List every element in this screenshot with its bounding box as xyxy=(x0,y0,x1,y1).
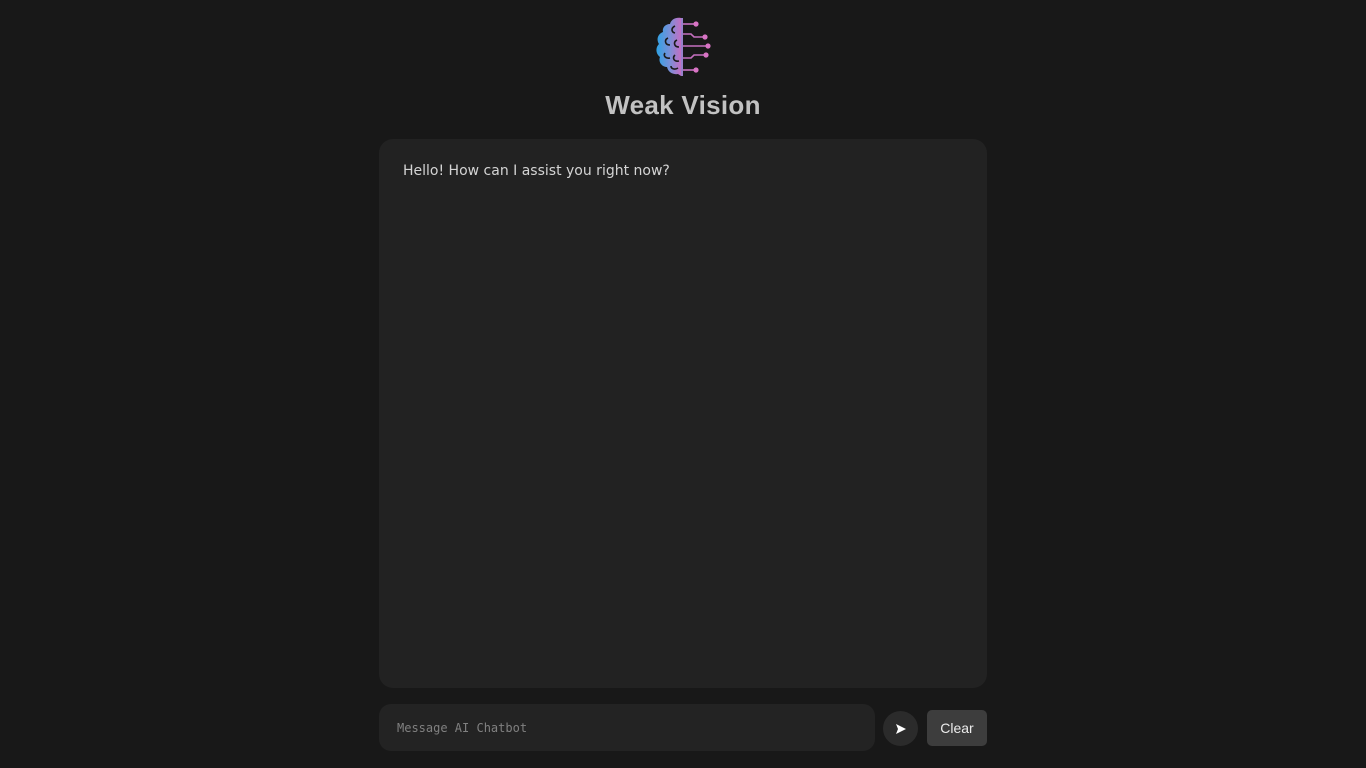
send-button[interactable] xyxy=(883,711,918,746)
chatbot-page: Weak Vision Hello! How can I assist you … xyxy=(0,0,1366,768)
brain-circuit-icon xyxy=(656,17,711,77)
clear-button[interactable]: Clear xyxy=(927,710,987,746)
chat-history-panel[interactable]: Hello! How can I assist you right now? xyxy=(379,139,987,688)
app-title: Weak Vision xyxy=(605,90,761,120)
assistant-message: Hello! How can I assist you right now? xyxy=(403,163,670,179)
message-composer xyxy=(379,704,875,751)
message-input[interactable] xyxy=(379,704,875,751)
send-arrow-icon xyxy=(895,723,906,734)
